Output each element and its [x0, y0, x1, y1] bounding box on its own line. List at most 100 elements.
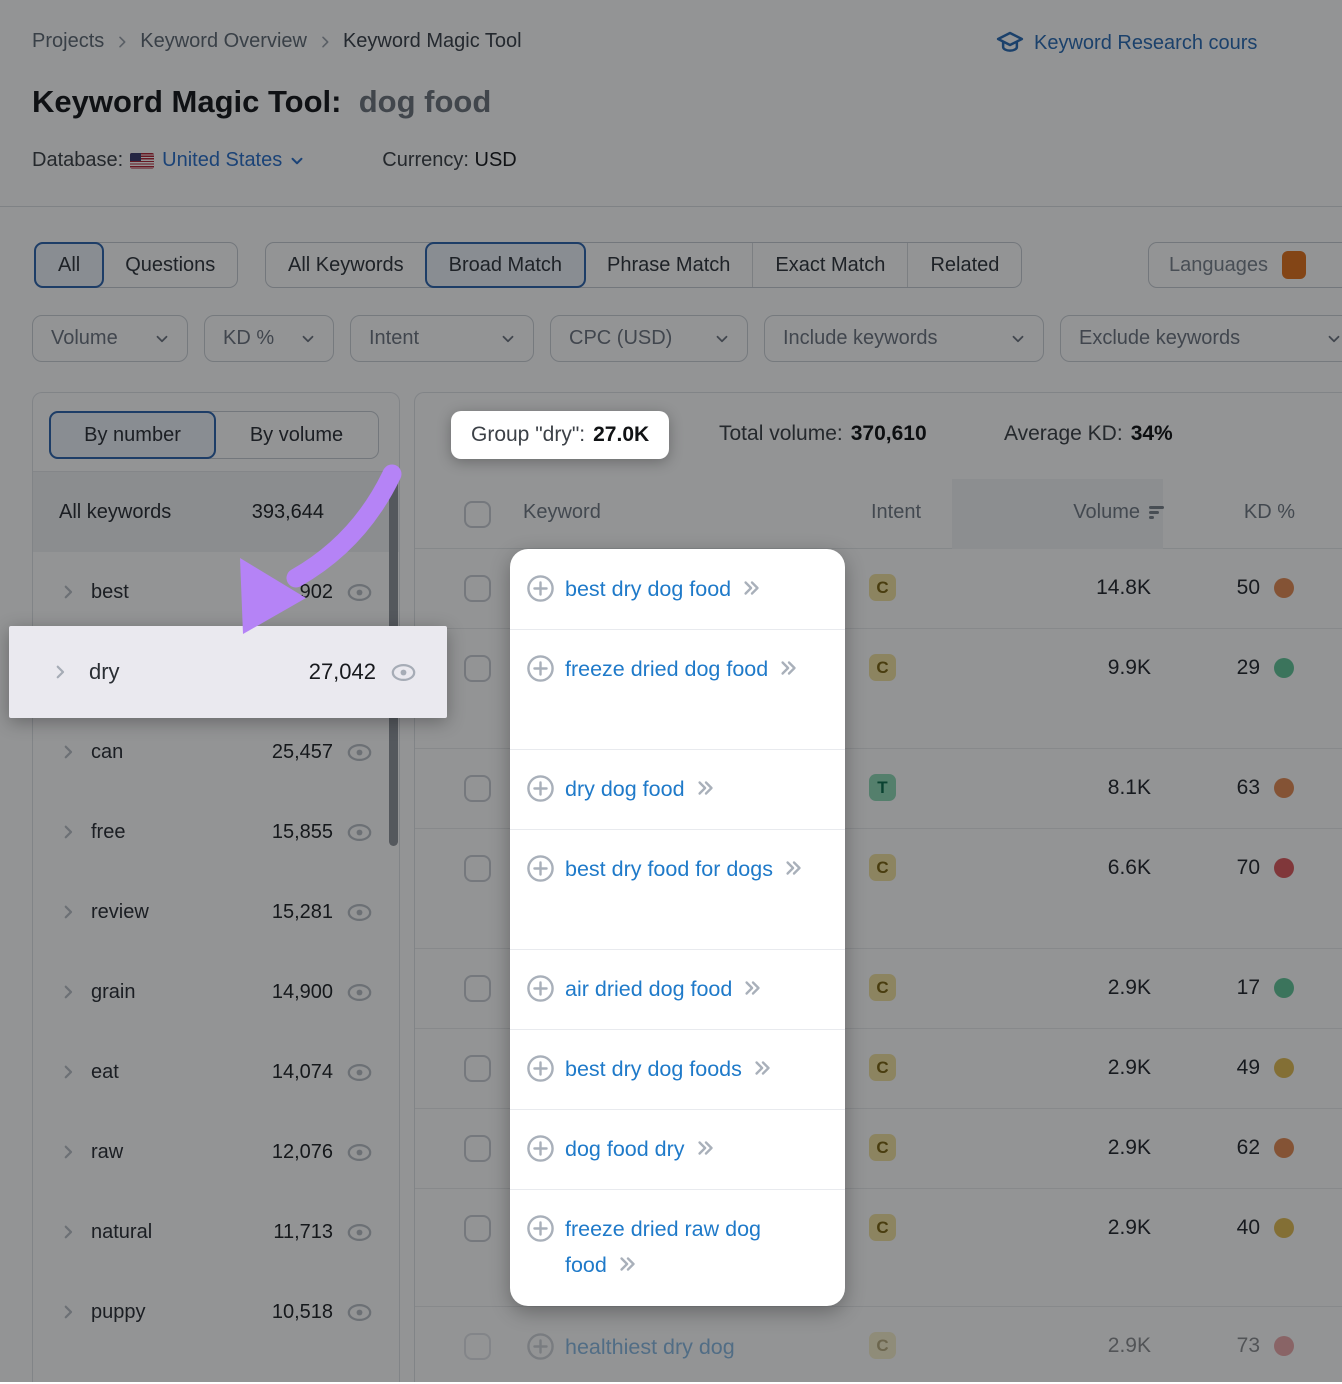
chevron-right-icon[interactable]: [59, 1223, 77, 1241]
all-keywords-row[interactable]: All keywords 393,644: [33, 472, 399, 552]
group-row-free[interactable]: free 15,855: [33, 792, 399, 872]
column-header-kd[interactable]: KD %: [1161, 501, 1295, 524]
keyword-link[interactable]: best dry dog food: [565, 577, 731, 601]
eye-icon[interactable]: [390, 659, 417, 686]
tab-broad-match[interactable]: Broad Match: [425, 242, 586, 288]
eye-icon[interactable]: [346, 1139, 373, 1166]
chevron-right-icon[interactable]: [59, 823, 77, 841]
eye-icon[interactable]: [346, 1059, 373, 1086]
keyword-link[interactable]: healthiest dry dog: [565, 1335, 735, 1359]
group-row-raw[interactable]: raw 12,076: [33, 1112, 399, 1192]
double-chevron-icon[interactable]: [776, 657, 802, 679]
add-keyword-icon[interactable]: [526, 1054, 555, 1083]
group-stat-pill: Group "dry": 27.0K: [451, 411, 669, 459]
kd-dot-icon: [1274, 978, 1294, 998]
add-keyword-icon[interactable]: [526, 574, 555, 603]
keyword-link[interactable]: air dried dog food: [565, 977, 732, 1001]
group-stat-label: Group "dry":: [471, 423, 585, 447]
include-keywords-filter[interactable]: Include keywords: [764, 315, 1044, 362]
eye-icon[interactable]: [346, 579, 373, 606]
double-chevron-icon[interactable]: [781, 857, 807, 879]
double-chevron-icon[interactable]: [750, 1057, 776, 1079]
chevron-right-icon[interactable]: [59, 1143, 77, 1161]
row-checkbox[interactable]: [464, 1333, 491, 1360]
breadcrumb-separator-icon: [317, 34, 333, 50]
intent-filter[interactable]: Intent: [350, 315, 534, 362]
kd-filter[interactable]: KD %: [204, 315, 334, 362]
row-checkbox[interactable]: [464, 575, 491, 602]
languages-button[interactable]: Languages: [1148, 242, 1342, 288]
eye-icon[interactable]: [346, 899, 373, 926]
by-volume-button[interactable]: By volume: [215, 412, 378, 458]
keyword-link[interactable]: freeze dried raw dog food: [565, 1217, 761, 1277]
breadcrumb-projects[interactable]: Projects: [32, 30, 104, 53]
group-row-dry[interactable]: dry 27,042: [9, 626, 447, 718]
double-chevron-icon[interactable]: [615, 1253, 641, 1275]
column-header-intent[interactable]: Intent: [871, 501, 921, 524]
group-row-puppy[interactable]: puppy 10,518: [33, 1272, 399, 1352]
double-chevron-icon[interactable]: [740, 977, 766, 999]
add-keyword-icon[interactable]: [526, 1214, 555, 1243]
tab-phrase-match[interactable]: Phrase Match: [585, 243, 752, 287]
row-checkbox[interactable]: [464, 1055, 491, 1082]
column-header-volume[interactable]: Volume: [952, 501, 1165, 524]
chevron-right-icon[interactable]: [59, 1303, 77, 1321]
eye-icon[interactable]: [346, 979, 373, 1006]
double-chevron-icon[interactable]: [739, 577, 765, 599]
group-stat-value: 27.0K: [593, 423, 649, 447]
volume-filter[interactable]: Volume: [32, 315, 188, 362]
by-number-button[interactable]: By number: [49, 411, 216, 459]
chevron-right-icon[interactable]: [59, 583, 77, 601]
tab-group-all-questions: All Questions: [34, 242, 238, 288]
kd-dot-icon: [1274, 858, 1294, 878]
keyword-link[interactable]: best dry dog foods: [565, 1057, 742, 1081]
keyword-link[interactable]: best dry food for dogs: [565, 857, 773, 881]
eye-icon[interactable]: [346, 819, 373, 846]
add-keyword-icon[interactable]: [526, 1134, 555, 1163]
column-header-keyword[interactable]: Keyword: [523, 501, 601, 524]
group-row-can[interactable]: can 25,457: [33, 712, 399, 792]
keyword-link[interactable]: dry dog food: [565, 777, 685, 801]
row-checkbox[interactable]: [464, 775, 491, 802]
keyword-link[interactable]: dog food dry: [565, 1137, 685, 1161]
chevron-right-icon[interactable]: [59, 983, 77, 1001]
exclude-keywords-filter[interactable]: Exclude keywords: [1060, 315, 1342, 362]
add-keyword-icon[interactable]: [526, 1332, 555, 1361]
group-row-natural[interactable]: natural 11,713: [33, 1192, 399, 1272]
chevron-right-icon[interactable]: [59, 903, 77, 921]
group-row-eat[interactable]: eat 14,074: [33, 1032, 399, 1112]
select-all-checkbox[interactable]: [464, 501, 491, 528]
row-checkbox[interactable]: [464, 1215, 491, 1242]
group-row-best[interactable]: best 902: [33, 552, 399, 632]
kd-dot-icon: [1274, 578, 1294, 598]
double-chevron-icon[interactable]: [693, 777, 719, 799]
eye-icon[interactable]: [346, 739, 373, 766]
keyword-research-course-link[interactable]: Keyword Research cours: [995, 28, 1342, 58]
tab-related[interactable]: Related: [907, 243, 1021, 287]
group-row-review[interactable]: review 15,281: [33, 872, 399, 952]
chevron-right-icon[interactable]: [51, 663, 69, 681]
row-checkbox[interactable]: [464, 855, 491, 882]
double-chevron-icon[interactable]: [693, 1137, 719, 1159]
eye-icon[interactable]: [346, 1299, 373, 1326]
tab-questions[interactable]: Questions: [103, 243, 237, 287]
eye-icon[interactable]: [346, 1219, 373, 1246]
chevron-right-icon[interactable]: [59, 743, 77, 761]
add-keyword-icon[interactable]: [526, 854, 555, 883]
add-keyword-icon[interactable]: [526, 974, 555, 1003]
chevron-right-icon[interactable]: [59, 1063, 77, 1081]
add-keyword-icon[interactable]: [526, 654, 555, 683]
row-checkbox[interactable]: [464, 1135, 491, 1162]
keyword-link[interactable]: freeze dried dog food: [565, 657, 768, 681]
row-checkbox[interactable]: [464, 975, 491, 1002]
row-checkbox[interactable]: [464, 655, 491, 682]
group-row-grain[interactable]: grain 14,900: [33, 952, 399, 1032]
tab-all-keywords[interactable]: All Keywords: [266, 243, 426, 287]
database-select[interactable]: United States: [162, 149, 306, 172]
tab-all[interactable]: All: [34, 242, 104, 288]
breadcrumb-keyword-overview[interactable]: Keyword Overview: [140, 30, 307, 53]
add-keyword-icon[interactable]: [526, 774, 555, 803]
us-flag-icon: [130, 153, 154, 169]
tab-exact-match[interactable]: Exact Match: [752, 243, 907, 287]
cpc-filter[interactable]: CPC (USD): [550, 315, 748, 362]
